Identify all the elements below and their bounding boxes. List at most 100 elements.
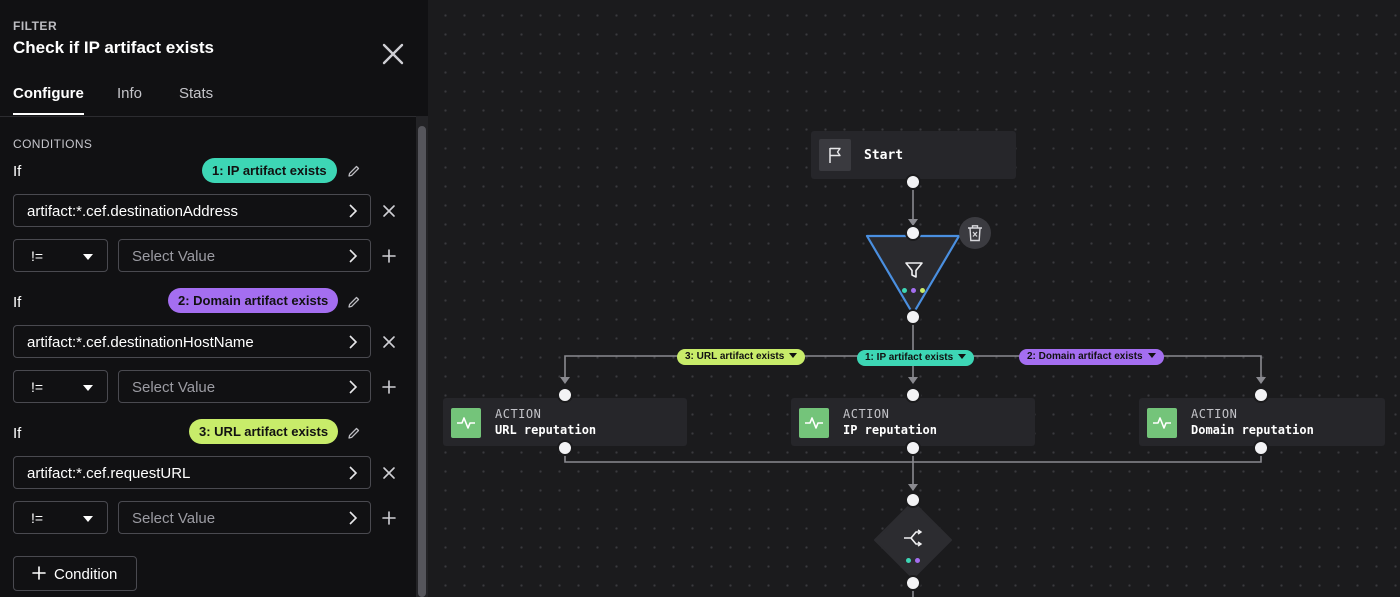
action-node-domain-reputation[interactable]: ACTION Domain reputation [1139, 398, 1385, 446]
tab-stats[interactable]: Stats [179, 85, 213, 102]
value-placeholder: Select Value [132, 379, 216, 396]
pulse-icon [1153, 417, 1171, 429]
condition-name-chip: 2: Domain artifact exists [168, 288, 339, 313]
caret-down-icon [83, 385, 93, 391]
chevron-right-icon [349, 335, 358, 349]
funnel-icon [905, 262, 923, 278]
close-icon[interactable] [381, 203, 397, 219]
condition-field-select[interactable]: artifact:*.cef.destinationAddress [13, 194, 371, 227]
field-value: artifact:*.cef.destinationAddress [27, 203, 238, 220]
trash-icon [968, 225, 982, 242]
condition-if-label: If [13, 425, 22, 442]
action-input-port[interactable] [905, 387, 921, 403]
panel-title: Check if IP artifact exists [13, 38, 214, 57]
caret-down-icon [83, 516, 93, 522]
close-icon[interactable] [378, 40, 408, 68]
edge-label-text: 1: IP artifact exists [865, 352, 954, 363]
start-node-label: Start [864, 148, 904, 163]
action-type-label: ACTION [495, 407, 542, 421]
action-output-port[interactable] [1253, 440, 1269, 456]
value-select[interactable]: Select Value [118, 239, 371, 272]
branch-dot [920, 288, 925, 293]
action-output-port[interactable] [905, 440, 921, 456]
chevron-right-icon [349, 204, 358, 218]
operator-value: != [31, 379, 44, 395]
plus-icon [32, 566, 46, 580]
action-name: URL reputation [495, 423, 597, 437]
tab-configure[interactable]: Configure [13, 85, 84, 115]
operator-select[interactable]: != [13, 501, 108, 534]
operator-select[interactable]: != [13, 370, 108, 403]
caret-down-icon [958, 354, 967, 359]
condition-field-select[interactable]: artifact:*.cef.requestURL [13, 456, 371, 489]
action-name: Domain reputation [1191, 423, 1314, 437]
edge-label-domain[interactable]: 2: Domain artifact exists [1019, 349, 1164, 365]
start-output-port[interactable] [905, 174, 921, 190]
branch-dot [906, 558, 911, 563]
filter-branch-dots [902, 288, 928, 294]
operator-value: != [31, 510, 44, 526]
field-value: artifact:*.cef.requestURL [27, 465, 191, 482]
flag-icon [829, 147, 841, 163]
action-name: IP reputation [843, 423, 937, 437]
scrollbar-thumb[interactable] [418, 126, 426, 597]
branch-dot [911, 288, 916, 293]
action-type-label: ACTION [1191, 407, 1238, 421]
start-node[interactable]: Start [811, 131, 1016, 179]
join-output-port[interactable] [905, 575, 921, 591]
edge-label-url[interactable]: 3: URL artifact exists [677, 349, 806, 365]
action-input-port[interactable] [557, 387, 573, 403]
value-select[interactable]: Select Value [118, 501, 371, 534]
condition-if-label: If [13, 294, 22, 311]
plus-icon[interactable] [381, 379, 397, 395]
operator-select[interactable]: != [13, 239, 108, 272]
merge-icon [904, 529, 923, 547]
close-icon[interactable] [381, 465, 397, 481]
field-value: artifact:*.cef.destinationHostName [27, 334, 254, 351]
value-select[interactable]: Select Value [118, 370, 371, 403]
chevron-right-icon [349, 380, 358, 394]
plus-icon[interactable] [381, 510, 397, 526]
join-input-port[interactable] [905, 492, 921, 508]
edge-label-text: 2: Domain artifact exists [1027, 351, 1143, 362]
chevron-right-icon [349, 466, 358, 480]
action-icon-box [451, 408, 481, 438]
action-output-port[interactable] [557, 440, 573, 456]
tab-info[interactable]: Info [117, 85, 142, 102]
caret-down-icon [1147, 353, 1156, 358]
value-placeholder: Select Value [132, 510, 216, 527]
join-dots [906, 558, 922, 564]
caret-down-icon [789, 353, 798, 358]
branch-dot [915, 558, 920, 563]
plus-icon[interactable] [381, 248, 397, 264]
action-icon-box [1147, 408, 1177, 438]
action-node-ip-reputation[interactable]: ACTION IP reputation [791, 398, 1035, 446]
condition-name-chip: 1: IP artifact exists [202, 158, 337, 183]
operator-value: != [31, 248, 44, 264]
action-input-port[interactable] [1253, 387, 1269, 403]
action-type-label: ACTION [843, 407, 890, 421]
action-node-url-reputation[interactable]: ACTION URL reputation [443, 398, 687, 446]
pencil-icon[interactable] [347, 426, 361, 440]
pencil-icon[interactable] [347, 295, 361, 309]
caret-down-icon [83, 254, 93, 260]
filter-config-panel: FILTER Check if IP artifact exists Confi… [0, 0, 428, 597]
add-condition-button[interactable]: Condition [13, 556, 137, 591]
close-icon[interactable] [381, 334, 397, 350]
branch-dot [902, 288, 907, 293]
filter-input-port[interactable] [905, 225, 921, 241]
start-icon-box [819, 139, 851, 171]
filter-output-port[interactable] [905, 309, 921, 325]
panel-tabs: Configure Info Stats [0, 80, 428, 117]
pencil-icon[interactable] [347, 164, 361, 178]
chevron-right-icon [349, 511, 358, 525]
playbook-canvas[interactable]: Start 3: URL artifact exists 1: IP artif… [428, 0, 1400, 597]
value-placeholder: Select Value [132, 248, 216, 265]
condition-name-chip: 3: URL artifact exists [189, 419, 339, 444]
condition-if-label: If [13, 163, 22, 180]
condition-field-select[interactable]: artifact:*.cef.destinationHostName [13, 325, 371, 358]
delete-node-button[interactable] [959, 217, 991, 249]
edge-label-ip[interactable]: 1: IP artifact exists [857, 350, 975, 366]
pulse-icon [805, 417, 823, 429]
edge-label-text: 3: URL artifact exists [685, 351, 785, 362]
